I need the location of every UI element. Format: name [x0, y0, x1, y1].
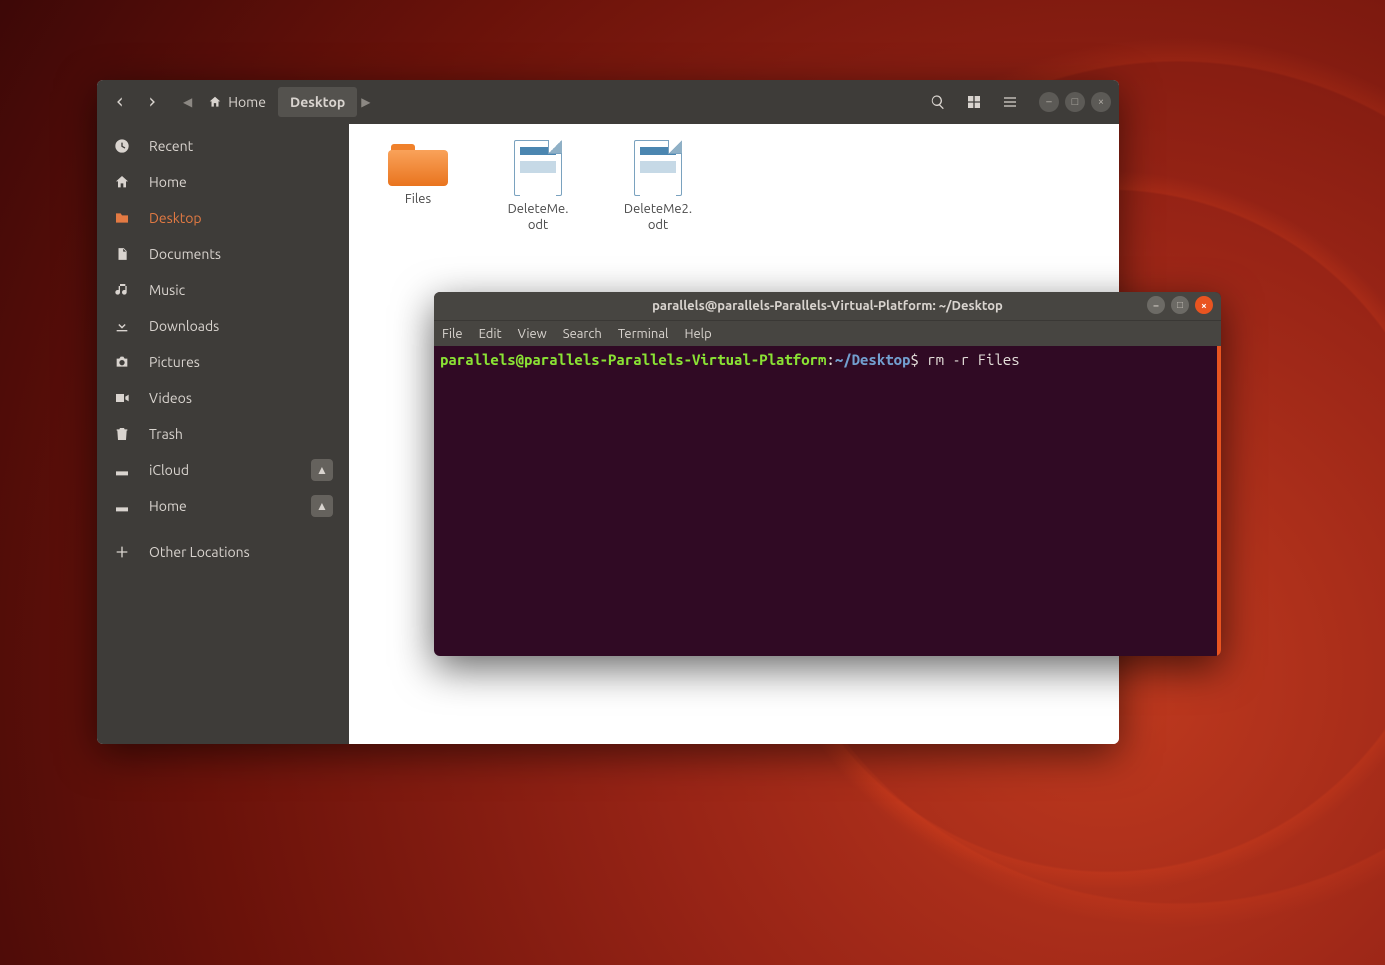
terminal-window: parallels@parallels-Parallels-Virtual-Pl…	[434, 292, 1221, 656]
prompt-path: ~/Desktop	[835, 351, 911, 368]
files-headerbar: ◀ Home Desktop ▶ – □ ×	[97, 80, 1119, 124]
document-icon	[113, 246, 131, 262]
menu-file[interactable]: File	[442, 327, 463, 341]
file-item-folder[interactable]: Files	[373, 140, 463, 208]
sidebar-item-label: iCloud	[149, 462, 189, 478]
maximize-button[interactable]: □	[1065, 92, 1085, 112]
folder-icon	[113, 210, 131, 226]
prompt-sep: :	[826, 351, 834, 368]
sidebar-item-trash[interactable]: Trash	[97, 416, 349, 452]
sidebar-item-documents[interactable]: Documents	[97, 236, 349, 272]
search-icon	[930, 94, 946, 110]
sidebar-item-label: Home	[149, 498, 187, 514]
video-icon	[113, 390, 131, 406]
terminal-minimize-button[interactable]: –	[1147, 296, 1165, 314]
path-segment-home[interactable]: Home	[196, 87, 278, 117]
sidebar-item-label: Music	[149, 282, 185, 298]
sidebar-item-label: Other Locations	[149, 544, 250, 560]
sidebar-item-label: Desktop	[149, 210, 202, 226]
sidebar-item-desktop[interactable]: Desktop	[97, 200, 349, 236]
odt-icon	[634, 140, 682, 196]
sidebar-item-home-drive[interactable]: Home ▲	[97, 488, 349, 524]
clock-icon	[113, 138, 131, 154]
terminal-title: parallels@parallels-Parallels-Virtual-Pl…	[652, 299, 1003, 313]
sidebar-item-label: Pictures	[149, 354, 200, 370]
file-label: DeleteMe. odt	[508, 202, 569, 233]
sidebar-item-recent[interactable]: Recent	[97, 128, 349, 164]
odt-icon	[514, 140, 562, 196]
forward-button[interactable]	[137, 87, 167, 117]
terminal-close-button[interactable]: ×	[1195, 296, 1213, 314]
terminal-maximize-button[interactable]: □	[1171, 296, 1189, 314]
minimize-button[interactable]: –	[1039, 92, 1059, 112]
grid-icon	[966, 94, 982, 110]
file-item-document[interactable]: DeleteMe. odt	[493, 140, 583, 233]
menu-terminal[interactable]: Terminal	[618, 327, 669, 341]
sidebar-item-home[interactable]: Home	[97, 164, 349, 200]
sidebar-item-pictures[interactable]: Pictures	[97, 344, 349, 380]
home-icon	[208, 95, 222, 109]
path-prev-icon[interactable]: ◀	[179, 95, 196, 109]
close-button[interactable]: ×	[1091, 92, 1111, 112]
sidebar-item-downloads[interactable]: Downloads	[97, 308, 349, 344]
home-icon	[113, 174, 131, 190]
download-icon	[113, 318, 131, 334]
sidebar-item-label: Home	[149, 174, 187, 190]
menu-search[interactable]: Search	[563, 327, 602, 341]
sidebar-item-other-locations[interactable]: Other Locations	[97, 534, 349, 570]
prompt-user: parallels@parallels-Parallels-Virtual-Pl…	[440, 351, 826, 368]
menu-help[interactable]: Help	[684, 327, 711, 341]
back-button[interactable]	[105, 87, 135, 117]
sidebar-item-label: Trash	[149, 426, 183, 442]
file-label: DeleteMe2. odt	[624, 202, 692, 233]
path-segment-label: Desktop	[290, 94, 345, 110]
hamburger-button[interactable]	[995, 87, 1025, 117]
menu-edit[interactable]: Edit	[479, 327, 502, 341]
search-button[interactable]	[923, 87, 953, 117]
sidebar-item-label: Documents	[149, 246, 221, 262]
trash-icon	[113, 426, 131, 442]
music-icon	[113, 282, 131, 298]
file-label: Files	[405, 192, 431, 208]
sidebar-item-label: Downloads	[149, 318, 219, 334]
sidebar-item-label: Recent	[149, 138, 193, 154]
path-next-icon[interactable]: ▶	[357, 95, 374, 109]
eject-button[interactable]: ▲	[311, 459, 333, 481]
sidebar-item-videos[interactable]: Videos	[97, 380, 349, 416]
menu-icon	[1002, 94, 1018, 110]
terminal-scroll-edge	[1217, 346, 1221, 656]
terminal-body[interactable]: parallels@parallels-Parallels-Virtual-Pl…	[434, 346, 1221, 656]
drive-icon	[113, 498, 131, 514]
terminal-titlebar[interactable]: parallels@parallels-Parallels-Virtual-Pl…	[434, 292, 1221, 320]
files-sidebar: Recent Home Desktop Documents Music Down…	[97, 124, 349, 744]
pathbar: ◀ Home Desktop ▶	[179, 87, 375, 117]
view-toggle-button[interactable]	[959, 87, 989, 117]
file-item-document[interactable]: DeleteMe2. odt	[613, 140, 703, 233]
path-segment-label: Home	[228, 94, 266, 110]
path-segment-desktop[interactable]: Desktop	[278, 87, 357, 117]
eject-button[interactable]: ▲	[311, 495, 333, 517]
camera-icon	[113, 354, 131, 370]
sidebar-item-label: Videos	[149, 390, 192, 406]
prompt-symbol: $	[910, 351, 918, 368]
folder-icon	[388, 140, 448, 186]
drive-icon	[113, 462, 131, 478]
menu-view[interactable]: View	[518, 327, 547, 341]
sidebar-item-music[interactable]: Music	[97, 272, 349, 308]
sidebar-item-icloud[interactable]: iCloud ▲	[97, 452, 349, 488]
terminal-menubar: File Edit View Search Terminal Help	[434, 320, 1221, 346]
plus-icon	[113, 544, 131, 560]
command-text: rm -r Files	[927, 351, 1019, 368]
